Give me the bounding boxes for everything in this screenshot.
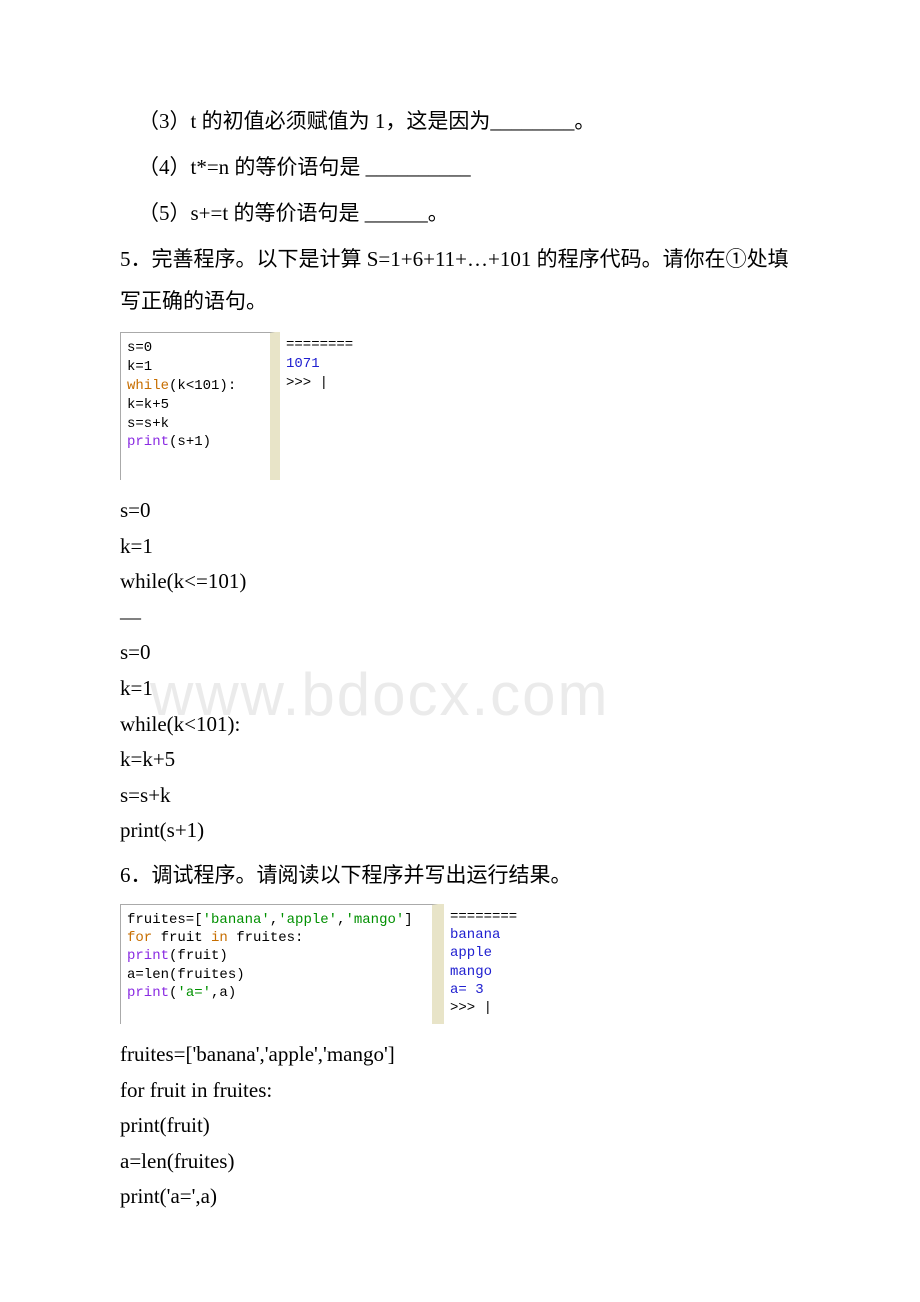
ide-code-pane-2: fruites=['banana','apple','mango'] for f… bbox=[120, 904, 438, 1024]
problem-5: 5．完善程序。以下是计算 S=1+6+11+…+101 的程序代码。请你在①处填… bbox=[120, 238, 800, 322]
output-line: mango bbox=[450, 963, 542, 981]
plain-code-line: k=1 bbox=[120, 530, 800, 564]
output-line: banana bbox=[450, 926, 542, 944]
plain-code-line: k=1 bbox=[120, 672, 800, 706]
code-line: k=k+5 bbox=[127, 396, 264, 415]
plain-code-line: k=k+5 bbox=[120, 743, 800, 777]
code-line: while(k<101): bbox=[127, 377, 264, 396]
ide-output-pane-2: ======== banana apple mango a= 3 >>> | bbox=[438, 904, 548, 1024]
ide-screenshot-1: s=0 k=1 while(k<101): k=k+5 s=s+k print(… bbox=[120, 332, 800, 480]
plain-code-line: a=len(fruites) bbox=[120, 1145, 800, 1179]
output-value: 1071 bbox=[286, 355, 389, 374]
plain-code-line: fruites=['banana','apple','mango'] bbox=[120, 1038, 800, 1072]
output-prompt: >>> | bbox=[450, 999, 542, 1017]
output-line: a= 3 bbox=[450, 981, 542, 999]
plain-code-line: s=0 bbox=[120, 636, 800, 670]
ide-code-pane-1: s=0 k=1 while(k<101): k=k+5 s=s+k print(… bbox=[120, 332, 275, 480]
ide-output-pane-1: ======== 1071 >>> | bbox=[275, 332, 395, 480]
code-line: a=len(fruites) bbox=[127, 966, 426, 984]
output-sep: ======== bbox=[450, 908, 542, 926]
plain-code-line: s=s+k bbox=[120, 779, 800, 813]
code-line: for fruit in fruites: bbox=[127, 929, 426, 947]
output-line: apple bbox=[450, 944, 542, 962]
plain-code-line: print(fruit) bbox=[120, 1109, 800, 1143]
plain-code-line: print(s+1) bbox=[120, 814, 800, 848]
code-line: fruites=['banana','apple','mango'] bbox=[127, 911, 426, 929]
problem-6: 6．调试程序。请阅读以下程序并写出运行结果。 bbox=[120, 854, 800, 896]
document-content: （3）t 的初值必须赋值为 1，这是因为________。 （4）t*=n 的等… bbox=[120, 100, 800, 1214]
code-line: k=1 bbox=[127, 358, 264, 377]
code-line: print(s+1) bbox=[127, 433, 264, 452]
plain-code-line: print('a=',a) bbox=[120, 1180, 800, 1214]
code-line: s=s+k bbox=[127, 415, 264, 434]
output-prompt: >>> | bbox=[286, 374, 389, 393]
question-4: （4）t*=n 的等价语句是 __________ bbox=[120, 146, 800, 188]
code-line: s=0 bbox=[127, 339, 264, 358]
code-line: print('a=',a) bbox=[127, 984, 426, 1002]
plain-code-line: — bbox=[120, 601, 800, 635]
ide-screenshot-2: fruites=['banana','apple','mango'] for f… bbox=[120, 904, 800, 1024]
question-5: （5）s+=t 的等价语句是 ______。 bbox=[120, 192, 800, 234]
plain-code-line: while(k<=101) bbox=[120, 565, 800, 599]
plain-code-line: for fruit in fruites: bbox=[120, 1074, 800, 1108]
plain-code-line: while(k<101): bbox=[120, 708, 800, 742]
plain-code-line: s=0 bbox=[120, 494, 800, 528]
code-line: print(fruit) bbox=[127, 947, 426, 965]
output-sep: ======== bbox=[286, 336, 389, 355]
question-3: （3）t 的初值必须赋值为 1，这是因为________。 bbox=[120, 100, 800, 142]
